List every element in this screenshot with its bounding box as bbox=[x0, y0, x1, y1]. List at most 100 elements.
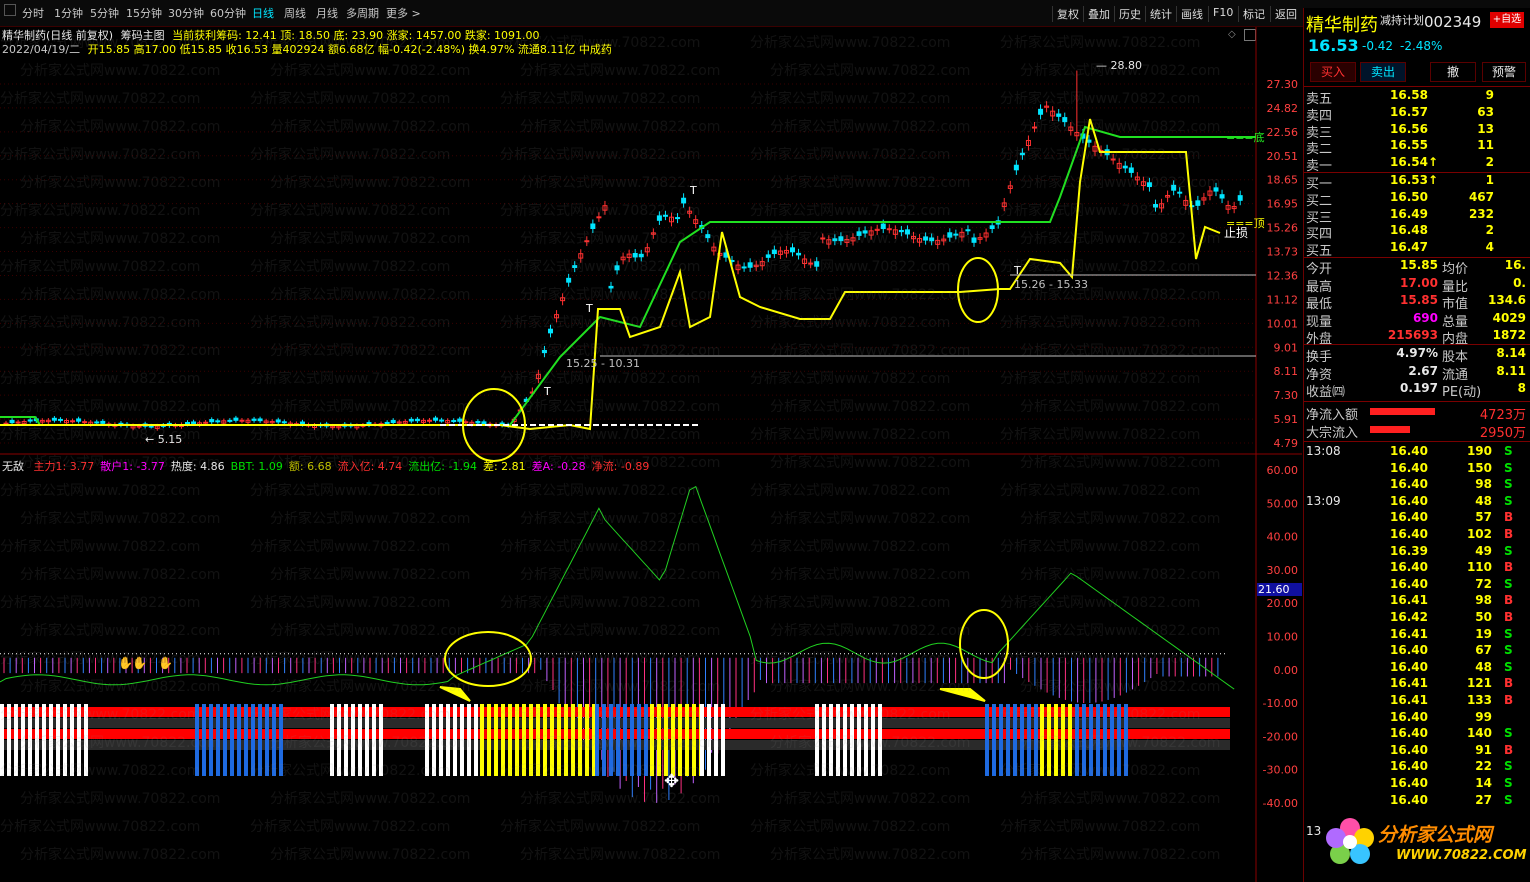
watermark-text: 分析家公式网www.70822.com bbox=[770, 734, 970, 751]
tick-vol: 121 bbox=[1466, 676, 1492, 691]
watermark-text: 分析家公式网www.70822.com bbox=[250, 818, 450, 835]
watermark-text: 分析家公式网www.70822.com bbox=[770, 790, 970, 807]
bid-label-2: 买三 bbox=[1306, 210, 1333, 226]
tick-vol: 19 bbox=[1475, 626, 1492, 641]
signal-bar bbox=[487, 704, 491, 776]
add-watch-button[interactable]: +自选 bbox=[1490, 12, 1524, 28]
stat-v2-2: 134.6 bbox=[1488, 293, 1526, 308]
period-tab-5[interactable]: 60分钟 bbox=[210, 5, 246, 21]
toolbar-button-0[interactable]: 复权 bbox=[1052, 6, 1083, 22]
watermark-text: 分析家公式网www.70822.com bbox=[500, 482, 700, 499]
menu-icon[interactable] bbox=[4, 4, 16, 16]
tick-side: B bbox=[1504, 610, 1514, 624]
chart-area[interactable]: 精华制药(日线 前复权) 筹码主图 当前获利筹码: 12.41 顶: 18.50… bbox=[0, 27, 1302, 882]
tick-row: 16.40 57 B bbox=[1306, 510, 1528, 526]
watermark-text: 分析家公式网www.70822.com bbox=[1000, 202, 1200, 219]
tick-vol: 49 bbox=[1475, 543, 1492, 558]
candle-body bbox=[215, 420, 221, 423]
period-tab-9[interactable]: 多周期 bbox=[346, 5, 379, 21]
watermark-text: 分析家公式网www.70822.com bbox=[1000, 370, 1200, 387]
tick-vol: 98 bbox=[1475, 593, 1492, 608]
candle-body bbox=[1237, 195, 1243, 201]
watermark-text: 分析家公式网www.70822.com bbox=[1020, 230, 1220, 247]
price-axis-label: 11.12 bbox=[1267, 293, 1299, 306]
buy-button[interactable]: 买入 bbox=[1310, 62, 1356, 82]
sub-axis-label: 0.00 bbox=[1274, 664, 1299, 677]
toolbar-button-3[interactable]: 统计 bbox=[1145, 6, 1176, 22]
candle-body bbox=[257, 418, 263, 422]
toolbar-button-6[interactable]: 标记 bbox=[1238, 6, 1269, 22]
alert-button[interactable]: 预警 bbox=[1482, 62, 1526, 82]
stat-v1-0: 15.85 bbox=[1400, 258, 1438, 272]
period-tab-1[interactable]: 1分钟 bbox=[54, 5, 83, 21]
ask-vol-4: 2 bbox=[1485, 155, 1494, 170]
candle-body bbox=[185, 422, 190, 425]
sell-button[interactable]: 卖出 bbox=[1360, 62, 1406, 82]
period-tab-6[interactable]: 日线 bbox=[252, 5, 274, 21]
kline-chart[interactable]: 27.30 24.82 22.56 20.51 18.65 16.95 15.26 13.73… bbox=[0, 27, 1302, 882]
watermark-text: 分析家公式网www.70822.com bbox=[520, 62, 720, 79]
watermark-text: 分析家公式网www.70822.com bbox=[20, 734, 220, 751]
period-tab-7[interactable]: 周线 bbox=[284, 5, 306, 21]
candle-body bbox=[427, 419, 432, 422]
period-tab-0[interactable]: 分时 bbox=[22, 5, 44, 21]
watermark-text: 分析家公式网www.70822.com bbox=[1020, 622, 1220, 639]
toolbar-button-7[interactable]: 返回 bbox=[1270, 6, 1301, 22]
plan-label[interactable]: 减持计划 bbox=[1380, 12, 1424, 28]
sub-stat-1: 散户1: -3.77 bbox=[100, 460, 165, 473]
candle-body bbox=[481, 421, 487, 424]
candle-body bbox=[971, 237, 977, 243]
ask-vol-3: 11 bbox=[1477, 138, 1494, 153]
tick-vol: 98 bbox=[1475, 477, 1492, 492]
brand-flower-logo bbox=[1322, 814, 1378, 870]
watermark-text: 分析家公式网www.70822.com bbox=[1020, 846, 1220, 863]
period-tab-10[interactable]: 更多 > bbox=[386, 5, 421, 21]
watermark-text: 分析家公式网www.70822.com bbox=[1000, 538, 1200, 555]
sub-axis-label: -40.00 bbox=[1263, 797, 1298, 810]
stat-v1-2: 15.85 bbox=[1400, 293, 1438, 308]
brand-name: 分析家公式网 bbox=[1378, 824, 1493, 846]
price-axis-label: 24.82 bbox=[1267, 102, 1299, 115]
watermark-text: 分析家公式网www.70822.com bbox=[270, 678, 470, 695]
period-tab-2[interactable]: 5分钟 bbox=[90, 5, 119, 21]
period-tab-4[interactable]: 30分钟 bbox=[168, 5, 204, 21]
tick-side: S bbox=[1504, 726, 1513, 741]
sub-title[interactable]: 无敌 bbox=[2, 460, 24, 473]
tick-price: 16.40 bbox=[1390, 759, 1428, 774]
watermark-text: 分析家公式网www.70822.com bbox=[270, 62, 470, 79]
tick-vol: 48 bbox=[1475, 659, 1492, 674]
ask-label-3: 卖二 bbox=[1306, 142, 1333, 158]
period-tab-8[interactable]: 月线 bbox=[316, 5, 338, 21]
toolbar-button-2[interactable]: 历史 bbox=[1114, 6, 1145, 22]
stat-l2-3: 总量 bbox=[1442, 314, 1469, 330]
bid-vol-3: 2 bbox=[1485, 223, 1494, 238]
candle-body bbox=[51, 417, 57, 421]
period-tab-3[interactable]: 15分钟 bbox=[126, 5, 162, 21]
stat-v2-3: 4029 bbox=[1492, 310, 1526, 325]
cancel-button[interactable]: 撤 bbox=[1430, 62, 1476, 82]
candle-body bbox=[590, 223, 596, 229]
toolbar-button-1[interactable]: 叠加 bbox=[1083, 6, 1114, 22]
watermark-text: 分析家公式网www.70822.com bbox=[0, 650, 200, 667]
candle-body bbox=[1177, 191, 1183, 194]
toolbar-button-4[interactable]: 画线 bbox=[1176, 6, 1207, 22]
watermark-text: 分析家公式网www.70822.com bbox=[750, 482, 950, 499]
watermark-text: 分析家公式网www.70822.com bbox=[520, 566, 720, 583]
sub-stat-0: 主力1: 3.77 bbox=[33, 460, 95, 473]
tick-price: 16.40 bbox=[1390, 560, 1428, 575]
watermark-text: 分析家公式网www.70822.com bbox=[770, 342, 970, 359]
signal-bar bbox=[721, 704, 725, 776]
candle-body bbox=[463, 421, 469, 424]
tick-vol: 67 bbox=[1475, 643, 1492, 658]
watermark-text: 分析家公式网www.70822.com bbox=[1020, 566, 1220, 583]
ask-price-1: 16.57 bbox=[1390, 104, 1428, 119]
brand-url: WWW.70822.COM bbox=[1396, 848, 1527, 863]
bid-vol-0: 1 bbox=[1485, 173, 1494, 187]
bid-label-1: 买二 bbox=[1306, 193, 1333, 209]
toolbar-button-5[interactable]: F10 bbox=[1208, 6, 1237, 22]
watermark-text: 分析家公式网www.70822.com bbox=[520, 286, 720, 303]
watermark-text: 分析家公式网www.70822.com bbox=[270, 230, 470, 247]
stat2-v1-2: 0.197 bbox=[1400, 381, 1438, 396]
sub-axis-label: -10.00 bbox=[1263, 697, 1298, 710]
sub-stat-8: 差A: -0.28 bbox=[531, 460, 586, 473]
